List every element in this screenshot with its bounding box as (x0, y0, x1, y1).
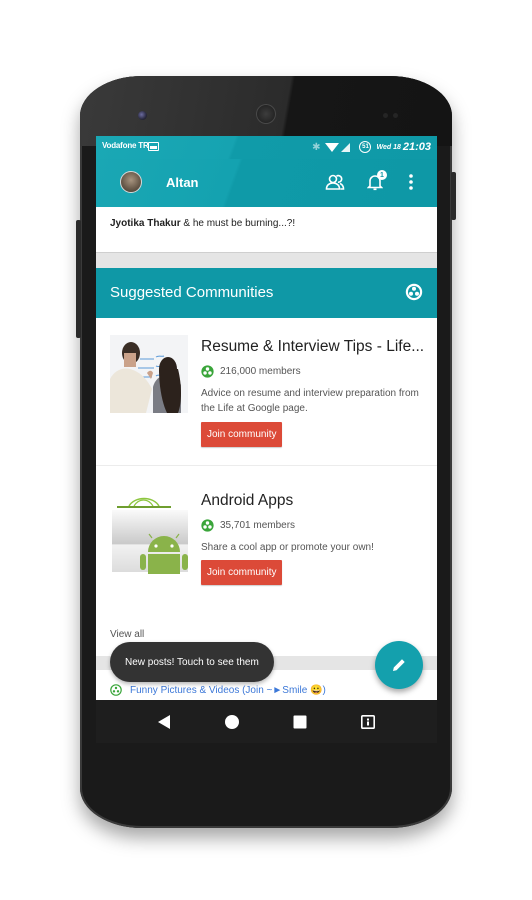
community-name[interactable]: Android Apps (201, 492, 293, 510)
status-time: 21:03 (402, 141, 431, 153)
proximity-sensor (383, 113, 388, 118)
android-bag-image (110, 496, 188, 574)
notifications-button[interactable]: 1 (362, 169, 388, 195)
whiteboard-image (110, 335, 188, 413)
more-vert-icon (409, 174, 413, 190)
cell-signal-icon (341, 142, 351, 152)
community-item[interactable]: Resume & Interview Tips - Life... 216,00… (96, 318, 437, 466)
suggested-communities-list: Resume & Interview Tips - Life... 216,00… (96, 318, 437, 656)
communities-icon (201, 519, 214, 532)
front-camera (138, 111, 147, 120)
community-item[interactable]: Android Apps 35,701 members Share a cool… (96, 466, 437, 614)
back-icon (158, 715, 170, 729)
avatar[interactable] (120, 171, 142, 193)
join-community-button[interactable]: Join community (201, 560, 283, 585)
member-count: 216,000 members (220, 366, 301, 377)
join-community-button[interactable]: Join community (201, 422, 283, 447)
battery-icon: 51 (359, 141, 372, 153)
communities-button[interactable] (322, 169, 348, 195)
view-all-link[interactable]: View all (110, 629, 144, 640)
navigation-bar (96, 700, 437, 743)
menu-icon (361, 715, 375, 729)
new-posts-toast[interactable]: New posts! Touch to see them (110, 642, 274, 682)
home-icon (225, 715, 239, 729)
carrier-name: Vodafone TR (102, 141, 149, 150)
people-icon (325, 174, 345, 190)
communities-icon (405, 283, 423, 301)
community-name[interactable]: Resume & Interview Tips - Life... (201, 338, 424, 356)
wifi-icon (325, 142, 340, 152)
page-title: Altan (166, 175, 199, 190)
status-bar: Vodafone TR ✱ 51 Wed 18 21:03 (96, 136, 437, 159)
member-count: 35,701 members (220, 520, 296, 531)
overflow-menu-button[interactable] (398, 169, 424, 195)
bluetooth-icon: ✱ (312, 141, 321, 153)
community-thumbnail (110, 496, 188, 574)
back-button[interactable] (154, 712, 174, 732)
volume-button (76, 220, 81, 338)
compose-fab[interactable] (375, 641, 423, 689)
post-text: Jyotika Thakur & he must be burning...?! (110, 218, 295, 229)
earpiece-speaker (256, 104, 276, 124)
power-button (451, 172, 456, 220)
community-link[interactable]: Funny Pictures & Videos (Join ~►Smile 😀) (110, 684, 326, 696)
community-thumbnail (110, 335, 188, 413)
post-author[interactable]: Jyotika Thakur (110, 218, 181, 229)
section-title: Suggested Communities (110, 284, 274, 301)
recents-button[interactable] (290, 712, 310, 732)
post-card[interactable]: Jyotika Thakur & he must be burning...?! (96, 207, 437, 253)
post-body: & he must be burning...?! (180, 218, 296, 229)
community-description: Advice on resume and interview preparati… (201, 388, 419, 414)
pencil-icon (393, 659, 405, 671)
community-members: 216,000 members (201, 365, 301, 378)
toast-text: New posts! Touch to see them (125, 656, 259, 668)
light-sensor (393, 113, 398, 118)
screen: Vodafone TR ✱ 51 Wed 18 21:03 Altan 1 Jy… (96, 136, 437, 743)
community-outline-icon (110, 684, 122, 696)
image-notification-icon (148, 142, 159, 151)
home-button[interactable] (222, 712, 242, 732)
menu-button[interactable] (358, 712, 378, 732)
status-date: Wed 18 (376, 143, 401, 151)
community-description: Share a cool app or promote your own! (201, 542, 374, 553)
recents-icon (293, 715, 307, 729)
app-bar: Altan 1 (96, 159, 437, 207)
notification-badge: 1 (377, 170, 387, 180)
suggested-communities-header: Suggested Communities (96, 268, 437, 318)
communities-icon (201, 365, 214, 378)
community-members: 35,701 members (201, 519, 295, 532)
community-link-label: Funny Pictures & Videos (Join ~►Smile 😀) (130, 684, 326, 696)
